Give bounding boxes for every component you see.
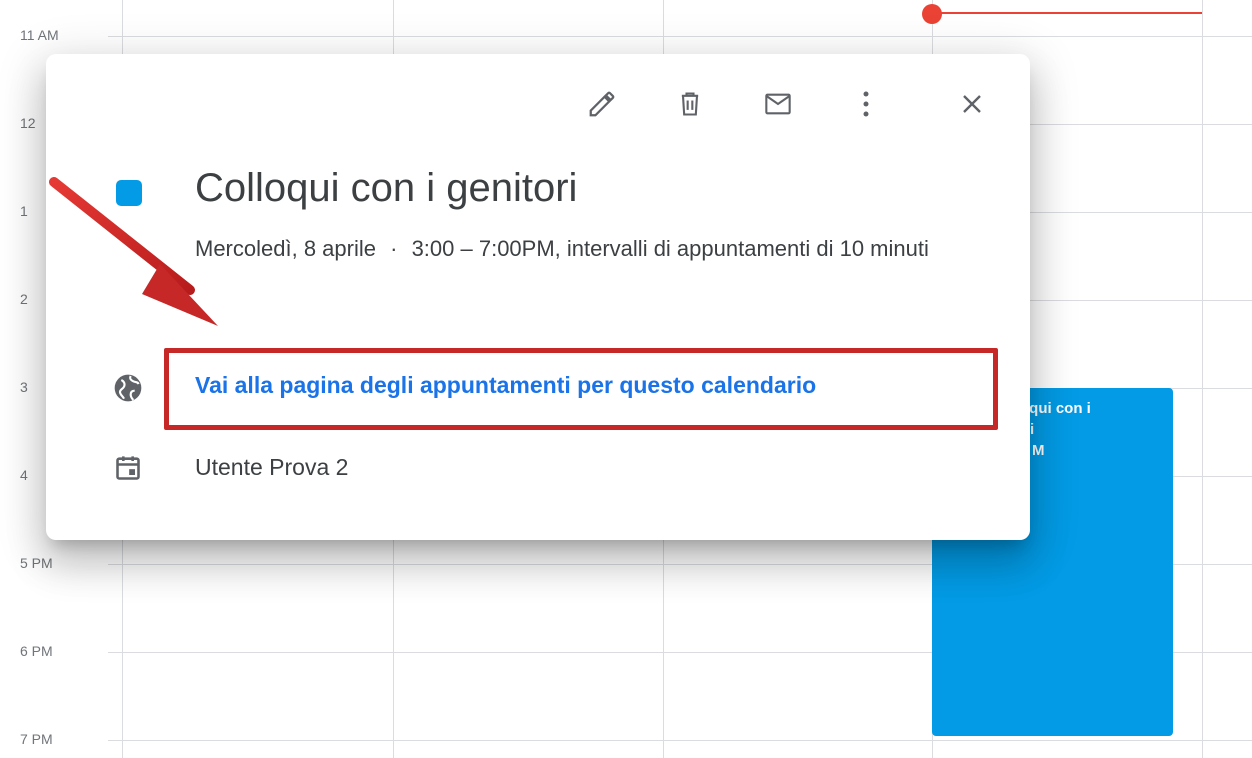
globe-icon [108, 368, 148, 408]
email-guests-button[interactable] [754, 80, 802, 128]
grid-hour-line [108, 740, 1252, 741]
envelope-icon [765, 93, 791, 115]
time-label: 6 PM [20, 643, 53, 659]
pencil-icon [589, 91, 615, 117]
calendar-icon [108, 448, 148, 488]
event-date-time: Mercoledì, 8 aprile · 3:00 – 7:00PM, int… [195, 232, 955, 266]
more-options-button[interactable] [842, 80, 890, 128]
time-label: 7 PM [20, 731, 53, 747]
event-title: Colloqui con i genitori [195, 166, 578, 210]
grid-column-line [1202, 0, 1203, 758]
time-label: 11 AM [20, 27, 59, 43]
close-button[interactable] [948, 80, 996, 128]
delete-button[interactable] [666, 80, 714, 128]
more-vert-icon [863, 91, 869, 117]
calendar-owner: Utente Prova 2 [195, 454, 349, 480]
event-time-range: 3:00 – 7:00PM, intervalli di appuntament… [411, 236, 929, 261]
annotation-arrow-icon [49, 177, 218, 326]
date-time-separator: · [390, 236, 398, 261]
current-time-line [932, 12, 1202, 14]
current-time-dot [922, 4, 942, 24]
close-icon [963, 95, 981, 113]
time-label: 5 PM [20, 555, 53, 571]
edit-button[interactable] [578, 80, 626, 128]
grid-hour-line [108, 36, 1252, 37]
trash-icon [681, 92, 699, 116]
annotation-highlight-box [164, 348, 998, 430]
